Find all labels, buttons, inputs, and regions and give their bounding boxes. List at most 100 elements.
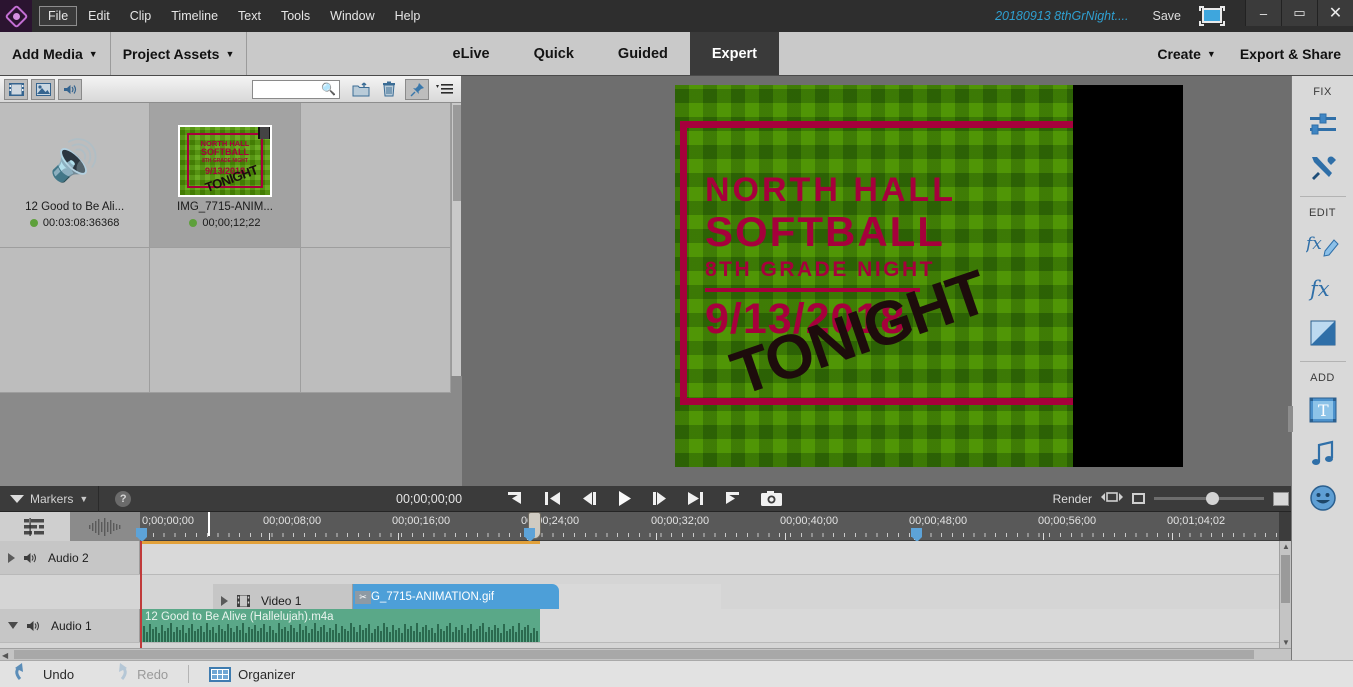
menu-item-edit[interactable]: Edit <box>79 6 119 26</box>
asset-name: 12 Good to Be Ali... <box>25 201 125 213</box>
screen-icon[interactable] <box>1199 6 1225 26</box>
tab-guided[interactable]: Guided <box>596 32 690 75</box>
next-clip-button[interactable] <box>687 492 704 505</box>
tab-elive[interactable]: eLive <box>431 32 512 75</box>
menu-item-help[interactable]: Help <box>386 6 430 26</box>
zoom-slider-knob[interactable] <box>1206 492 1219 505</box>
action-group-label-add: ADD <box>1310 372 1335 384</box>
graphics-smiley-icon[interactable] <box>1301 476 1345 520</box>
menu-item-file[interactable]: File <box>39 6 78 26</box>
redo-button[interactable]: Redo <box>94 661 180 687</box>
timeline-toolbar: Markers ▼ ? 00;00;00;00 Render <box>0 485 1291 512</box>
search-box[interactable]: 🔍 <box>252 79 340 99</box>
panel-resize-handle[interactable] <box>1288 406 1293 432</box>
menu-item-clip[interactable]: Clip <box>121 6 161 26</box>
timeline-vertical-scrollbar[interactable]: ▲ ▼ <box>1279 541 1291 648</box>
save-button[interactable]: Save <box>1153 9 1182 23</box>
music-note-icon[interactable] <box>1301 432 1345 476</box>
titles-text-icon[interactable]: T <box>1301 388 1345 432</box>
track-lane[interactable]: 12 Good to Be Alive (Hallelujah).m4a <box>140 609 1291 642</box>
svg-text:fx: fx <box>1306 234 1322 254</box>
minimize-button[interactable]: – <box>1245 0 1281 26</box>
chevron-right-icon[interactable] <box>221 595 228 606</box>
export-share-button[interactable]: Export & Share <box>1227 45 1353 62</box>
maximize-button[interactable]: ▭ <box>1281 0 1317 26</box>
audio-waveform-button[interactable] <box>70 512 140 541</box>
asset-cell-empty[interactable] <box>300 103 451 248</box>
go-to-in-point-button[interactable] <box>508 492 525 505</box>
asset-cell-empty[interactable] <box>150 248 301 393</box>
zoom-slider[interactable] <box>1154 492 1264 505</box>
close-button[interactable]: ✕ <box>1317 0 1353 26</box>
divider <box>188 665 190 683</box>
timeline-ruler[interactable]: 0;00;00;00 00;00;08;00 00;00;16;00 00;00… <box>136 512 1279 542</box>
pushpin-icon[interactable] <box>405 78 429 100</box>
timeline-marker[interactable] <box>524 528 535 542</box>
organizer-label: Organizer <box>238 666 296 682</box>
step-back-button[interactable] <box>582 492 597 505</box>
zoom-in-icon[interactable] <box>1273 491 1289 506</box>
chevron-down-icon[interactable] <box>8 622 18 629</box>
trash-icon[interactable] <box>377 79 401 100</box>
tab-quick[interactable]: Quick <box>512 32 596 75</box>
timeline-toolbar-right: Render <box>1053 491 1289 506</box>
menu-item-window[interactable]: Window <box>321 6 383 26</box>
track-lane[interactable] <box>140 541 1291 574</box>
ruler-tick-label: 00;00;08;00 <box>263 515 322 527</box>
film-strip-icon[interactable] <box>4 78 28 100</box>
previous-clip-button[interactable] <box>545 492 562 505</box>
step-forward-button[interactable] <box>652 492 667 505</box>
video-preview[interactable]: NORTH HALL SOFTBALL 8TH GRADE NIGHT 9/13… <box>675 85 1183 467</box>
play-button[interactable] <box>617 491 632 506</box>
menu-item-text[interactable]: Text <box>229 6 270 26</box>
scroll-down-icon[interactable]: ▼ <box>1282 638 1290 647</box>
scroll-left-icon[interactable]: ◀ <box>2 651 8 660</box>
fit-to-window-icon[interactable] <box>1101 491 1123 506</box>
asset-cell-empty[interactable] <box>0 248 151 393</box>
timeline-clip-audio[interactable]: 12 Good to Be Alive (Hallelujah).m4a <box>140 609 540 642</box>
chevron-right-icon[interactable] <box>8 552 15 563</box>
preview-line1: NORTH HALL <box>705 171 956 209</box>
fx-pencil-icon[interactable]: fx <box>1301 223 1345 267</box>
menu-item-tools[interactable]: Tools <box>272 6 319 26</box>
menu-item-timeline[interactable]: Timeline <box>162 6 227 26</box>
go-to-out-point-button[interactable] <box>724 492 741 505</box>
organizer-button[interactable]: Organizer <box>197 661 307 687</box>
chevron-down-icon: ▼ <box>88 48 98 59</box>
current-timecode[interactable]: 00;00;00;00 <box>396 492 462 506</box>
create-button[interactable]: Create ▼ <box>1145 45 1228 62</box>
fx-icon[interactable]: fx <box>1301 267 1345 311</box>
asset-cell-empty[interactable] <box>300 248 451 393</box>
asset-item-gif[interactable]: NORTH HALL SOFTBALL 8TH GRADE NIGHT 9/13… <box>150 103 301 248</box>
search-input[interactable] <box>256 83 320 95</box>
assets-scrollbar[interactable] <box>451 103 461 376</box>
adjustments-icon[interactable] <box>1301 102 1345 146</box>
transitions-icon[interactable] <box>1301 311 1345 355</box>
panel-menu-icon[interactable] <box>433 79 457 100</box>
timeline-marker[interactable] <box>136 528 147 542</box>
speaker-icon <box>27 620 42 632</box>
zoom-out-icon[interactable] <box>1132 493 1145 504</box>
track-layout-button[interactable] <box>0 512 70 541</box>
tab-expert[interactable]: Expert <box>689 32 780 75</box>
help-icon[interactable]: ? <box>115 490 132 507</box>
project-assets-button[interactable]: Project Assets ▼ <box>110 32 248 75</box>
speaker-icon[interactable] <box>58 78 82 100</box>
snapshot-button[interactable] <box>761 491 782 506</box>
timeline-marker[interactable] <box>911 528 922 542</box>
tools-wrench-icon[interactable] <box>1301 146 1345 190</box>
photo-icon[interactable] <box>31 78 55 100</box>
track-header[interactable]: Audio 1 <box>0 609 140 642</box>
add-media-button[interactable]: Add Media ▼ <box>0 32 111 75</box>
work-area-bar[interactable] <box>140 541 540 544</box>
new-folder-icon[interactable] <box>349 79 373 100</box>
undo-button[interactable]: Undo <box>0 661 86 687</box>
render-button[interactable]: Render <box>1053 492 1092 506</box>
redo-label: Redo <box>137 666 169 682</box>
scroll-up-icon[interactable]: ▲ <box>1282 542 1290 551</box>
speaker-icon <box>24 552 39 564</box>
track-header[interactable]: Audio 2 <box>0 541 140 574</box>
timeline-horizontal-scrollbar[interactable]: ◀ <box>0 648 1291 660</box>
asset-item-audio[interactable]: 🔊 12 Good to Be Ali... 00:03:08:36368 <box>0 103 151 248</box>
markers-button[interactable]: Markers ▼ <box>0 485 100 512</box>
